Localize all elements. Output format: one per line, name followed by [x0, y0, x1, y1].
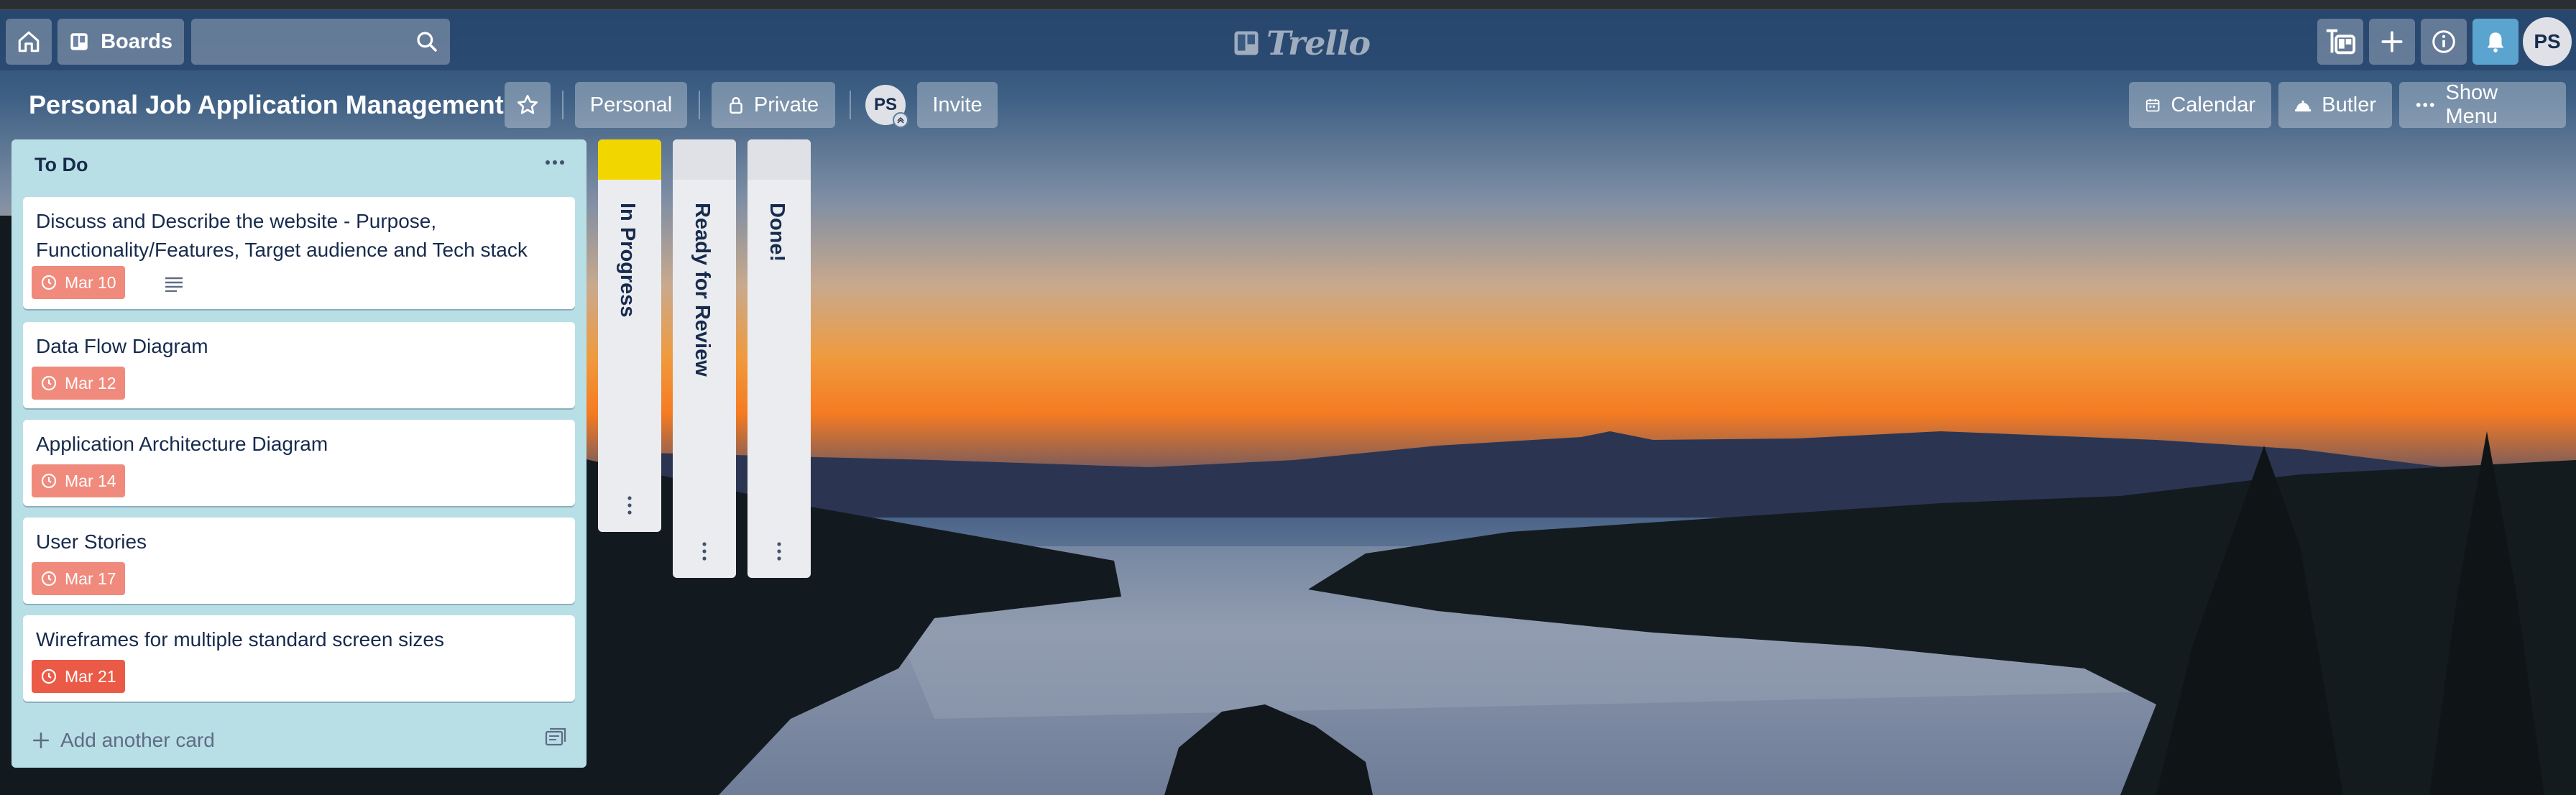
- browser-chrome-strip: [0, 0, 2576, 10]
- clock-icon: [41, 275, 57, 290]
- due-date-badge[interactable]: Mar 21: [32, 660, 125, 693]
- list-ready-for-review-collapsed[interactable]: Ready for Review: [673, 139, 736, 578]
- team-button[interactable]: Personal: [575, 82, 687, 128]
- list-label-strip: [598, 139, 661, 180]
- clock-icon: [41, 571, 57, 587]
- list-title[interactable]: Ready for Review: [690, 203, 714, 377]
- due-date-label: Mar 21: [65, 666, 116, 686]
- board-member-avatar[interactable]: PS: [865, 85, 908, 128]
- notifications-button[interactable]: [2472, 19, 2518, 65]
- due-date-label: Mar 12: [65, 373, 116, 392]
- board-header-divider: [562, 91, 564, 119]
- clock-icon: [41, 473, 57, 489]
- due-date-badge[interactable]: Mar 14: [32, 464, 125, 497]
- list-label-strip: [748, 139, 811, 180]
- trello-logo-text: Trello: [1266, 24, 1371, 63]
- boards-button[interactable]: Boards: [58, 19, 184, 65]
- search-input[interactable]: [191, 19, 407, 65]
- list-label-strip: [673, 139, 736, 180]
- board-header-divider: [699, 91, 700, 119]
- trello-logo[interactable]: Trello: [1233, 24, 1371, 63]
- search-box[interactable]: [191, 19, 450, 65]
- plus-icon: [32, 732, 50, 749]
- card[interactable]: Data Flow Diagram Mar 12: [23, 322, 575, 408]
- due-date-badge[interactable]: Mar 10: [32, 266, 125, 299]
- butler-button[interactable]: Butler: [2278, 82, 2392, 128]
- card-title: Discuss and Describe the website - Purpo…: [36, 210, 528, 261]
- list-title[interactable]: Done!: [765, 203, 788, 262]
- team-label: Personal: [589, 93, 673, 116]
- list-menu-button[interactable]: [538, 148, 572, 177]
- star-board-button[interactable]: [505, 82, 551, 128]
- card-title: Data Flow Diagram: [36, 335, 208, 357]
- info-icon: [2432, 30, 2455, 53]
- create-button[interactable]: [2369, 19, 2415, 65]
- clock-icon: [41, 375, 57, 391]
- show-menu-label: Show Menu: [2445, 81, 2498, 128]
- home-icon: [18, 31, 40, 52]
- due-date-badge[interactable]: Mar 17: [32, 562, 125, 595]
- clock-icon: [41, 668, 57, 684]
- top-header-bar: Boards Trello PS: [0, 10, 2576, 70]
- board-header-divider: [850, 91, 851, 119]
- butler-label: Butler: [2322, 93, 2376, 116]
- due-date-label: Mar 14: [65, 471, 116, 490]
- home-button[interactable]: [6, 19, 52, 65]
- lock-icon: [730, 97, 742, 114]
- add-card-button[interactable]: Add another card: [32, 729, 215, 752]
- card-title: Application Architecture Diagram: [36, 433, 328, 455]
- due-date-label: Mar 10: [65, 272, 116, 292]
- star-icon: [518, 95, 538, 114]
- card-title: Wireframes for multiple standard screen …: [36, 628, 444, 651]
- invite-label: Invite: [932, 93, 983, 116]
- calendar-power-up-button[interactable]: Calendar: [2129, 82, 2271, 128]
- list-title[interactable]: In Progress: [615, 203, 639, 318]
- due-date-badge[interactable]: Mar 12: [32, 367, 125, 400]
- board-member-initials: PS: [873, 95, 897, 114]
- butler-bell-icon: [2295, 100, 2312, 112]
- invite-button[interactable]: Invite: [917, 82, 998, 128]
- search-icon[interactable]: [415, 30, 438, 53]
- list-menu-icon[interactable]: [694, 541, 714, 562]
- list-done-collapsed[interactable]: Done!: [748, 139, 811, 578]
- admin-chevron-icon: [893, 112, 908, 128]
- board-switcher-button[interactable]: [2317, 19, 2363, 65]
- calendar-icon: [2145, 98, 2160, 112]
- trello-logo-icon: [1234, 31, 1259, 55]
- list-menu-icon[interactable]: [620, 495, 640, 516]
- card[interactable]: Discuss and Describe the website - Purpo…: [23, 197, 575, 309]
- boards-icon: [70, 33, 88, 50]
- bell-icon: [2487, 32, 2504, 52]
- calendar-label: Calendar: [2171, 93, 2255, 116]
- plus-icon: [2381, 31, 2403, 52]
- user-avatar-initials: PS: [2534, 30, 2561, 52]
- card-title: User Stories: [36, 530, 147, 553]
- visibility-button[interactable]: Private: [712, 82, 835, 128]
- list-to-do[interactable]: To Do Discuss and Describe the website -…: [12, 139, 586, 768]
- list-menu-icon[interactable]: [769, 541, 789, 562]
- due-date-label: Mar 17: [65, 569, 116, 588]
- card[interactable]: Wireframes for multiple standard screen …: [23, 615, 575, 702]
- card[interactable]: User Stories Mar 17: [23, 518, 575, 604]
- list-title[interactable]: To Do: [34, 154, 88, 176]
- board-title[interactable]: Personal Job Application Management: [29, 85, 504, 125]
- more-icon: [546, 160, 564, 165]
- boards-label: Boards: [101, 29, 172, 53]
- show-menu-button[interactable]: Show Menu: [2399, 81, 2566, 128]
- user-avatar[interactable]: PS: [2523, 17, 2572, 66]
- visibility-label: Private: [753, 93, 819, 116]
- card[interactable]: Application Architecture Diagram Mar 14: [23, 420, 575, 506]
- more-icon: [2416, 103, 2434, 107]
- card-template-icon[interactable]: [545, 727, 566, 748]
- description-icon: [165, 277, 183, 292]
- add-card-label: Add another card: [60, 729, 215, 751]
- information-button[interactable]: [2421, 19, 2467, 65]
- boards-switcher-icon: [2326, 29, 2356, 55]
- list-in-progress-collapsed[interactable]: In Progress: [598, 139, 661, 532]
